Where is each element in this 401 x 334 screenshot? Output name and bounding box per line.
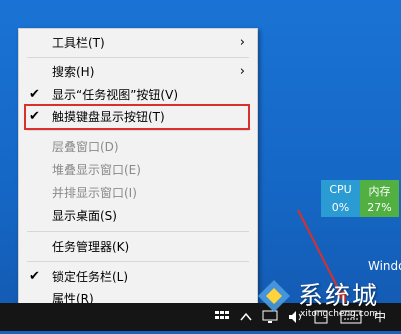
- menu-item-label: 显示桌面(S): [52, 209, 117, 223]
- menu-item-label: 锁定任务栏(L): [52, 270, 129, 284]
- watermark-text: 系统城: [298, 281, 380, 310]
- highlight-box: [24, 104, 250, 130]
- menu-item-label: 任务管理器(K): [52, 240, 130, 254]
- watermark-url: xitongcheng.com: [300, 309, 378, 319]
- menu-item-stack-windows: 堆叠显示窗口(E): [19, 158, 257, 182]
- menu-item-show-desktop[interactable]: 显示桌面(S): [19, 204, 257, 228]
- menu-item-label: 堆叠显示窗口(E): [52, 163, 141, 177]
- checkmark-icon: ✔: [29, 269, 40, 284]
- show-desktop-grid-icon[interactable]: [215, 303, 233, 331]
- taskbar-context-menu: 工具栏(T) › 搜索(H) › ✔ 显示“任务视图”按钮(V) ✔ 触摸键盘显…: [18, 28, 258, 312]
- menu-item-lock-taskbar[interactable]: ✔ 锁定任务栏(L): [19, 265, 257, 289]
- cpu-value: 0%: [331, 201, 350, 214]
- cpu-label: CPU: [329, 183, 352, 196]
- menu-separator: [27, 231, 249, 232]
- menu-item-label: 搜索(H): [52, 65, 95, 79]
- memory-label: 内存: [368, 185, 391, 198]
- memory-meter: 内存 27%: [360, 180, 399, 217]
- cpu-meter: CPU 0%: [321, 180, 360, 217]
- menu-item-toolbars[interactable]: 工具栏(T) ›: [19, 31, 257, 55]
- menu-separator: [27, 130, 249, 131]
- menu-item-label: 层叠窗口(D): [52, 140, 119, 154]
- menu-item-label: 并排显示窗口(I): [52, 186, 137, 200]
- site-watermark: 系统城 xitongcheng.com: [238, 266, 401, 326]
- menu-item-task-manager[interactable]: 任务管理器(K): [19, 235, 257, 259]
- menu-item-side-by-side: 并排显示窗口(I): [19, 181, 257, 205]
- submenu-arrow-icon: ›: [239, 35, 245, 50]
- watermark-logo-icon: [258, 280, 290, 312]
- menu-separator: [27, 57, 249, 58]
- menu-item-cascade-windows: 层叠窗口(D): [19, 135, 257, 159]
- submenu-arrow-icon: ›: [239, 64, 245, 79]
- memory-value: 27%: [367, 201, 392, 214]
- menu-item-label: 工具栏(T): [52, 36, 105, 50]
- menu-separator: [27, 261, 249, 262]
- menu-item-search[interactable]: 搜索(H) ›: [19, 60, 257, 84]
